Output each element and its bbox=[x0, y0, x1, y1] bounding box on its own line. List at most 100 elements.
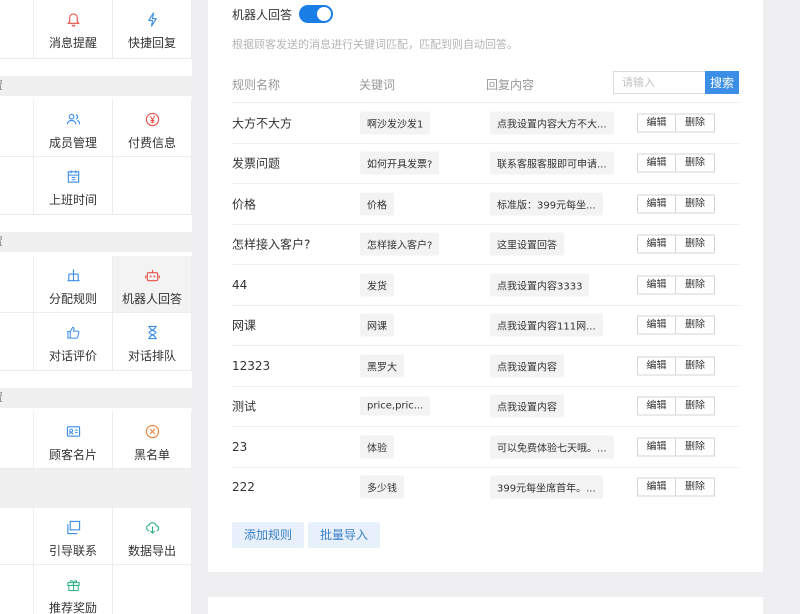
menu-item-chat-queue[interactable]: 对话排队 bbox=[113, 313, 192, 371]
robot-answer-toggle-row: 机器人回答 bbox=[232, 5, 334, 23]
row-actions: 编辑 删除 bbox=[637, 396, 715, 416]
keyword-tag: 如何开具发票? bbox=[360, 151, 440, 175]
delete-button[interactable]: 删除 bbox=[676, 194, 715, 214]
keyword-tag: 网课 bbox=[360, 313, 394, 337]
delete-button[interactable]: 删除 bbox=[676, 153, 715, 173]
reply-content: 点我设置内容3333 bbox=[490, 273, 590, 297]
rule-name: 大方不大方 bbox=[232, 116, 293, 131]
rule-name: 网课 bbox=[232, 318, 257, 333]
menu-item-info-2[interactable]: 信息 bbox=[0, 100, 34, 157]
menu-item-customer-card[interactable]: 顾客名片 bbox=[34, 412, 113, 469]
reply-content: 点我设置内容 bbox=[490, 354, 564, 378]
delete-button[interactable]: 删除 bbox=[676, 437, 715, 457]
table-row: 23 体验 可以免费体验七天哦。... 编辑 删除 bbox=[232, 426, 739, 467]
rule-name: 222 bbox=[232, 480, 255, 495]
row-actions: 编辑 删除 bbox=[637, 315, 715, 335]
edit-button[interactable]: 编辑 bbox=[637, 153, 676, 173]
batch-import-button[interactable]: 批量导入 bbox=[308, 522, 381, 548]
edit-button[interactable]: 编辑 bbox=[637, 437, 676, 457]
edit-button[interactable]: 编辑 bbox=[637, 315, 676, 335]
menu-item-data-export[interactable]: 数据导出 bbox=[113, 508, 192, 565]
search-input[interactable] bbox=[613, 71, 705, 94]
thumbs-up-icon bbox=[34, 325, 112, 341]
menu-item-label: 消息提醒 bbox=[48, 36, 97, 50]
rule-name: 怎样接入客户? bbox=[232, 237, 311, 252]
menu-item-label: 数据导出 bbox=[127, 544, 176, 558]
menu-item-blacklist[interactable]: 黑名单 bbox=[113, 412, 192, 469]
menu-item-rules[interactable]: 规则 bbox=[0, 256, 34, 313]
hint-text: 根据顾客发送的消息进行关键词匹配，匹配到则自动回答。 bbox=[232, 38, 518, 51]
menu-item-referral-reward[interactable]: 推荐奖励 bbox=[34, 565, 113, 614]
menu-item-payment-info[interactable]: 付费信息 bbox=[113, 100, 192, 157]
table-row: 222 多少钱 399元每坐席首年。... 编辑 删除 bbox=[232, 466, 739, 508]
add-rule-button[interactable]: 添加规则 bbox=[232, 522, 305, 548]
menu-item-card[interactable]: 卡片 bbox=[0, 508, 34, 565]
delete-button[interactable]: 删除 bbox=[676, 477, 715, 497]
keyword-tag: 发货 bbox=[360, 273, 394, 297]
rule-name: 23 bbox=[232, 439, 248, 454]
keyword-tag: 怎样接入客户? bbox=[360, 232, 440, 256]
rules-table: 大方不大方 啊沙发沙发1 点我设置内容大方不大... 编辑 删除 发票问题 如何开具发票? 联… bbox=[232, 102, 739, 507]
robot-answer-switch[interactable] bbox=[299, 5, 334, 23]
menu-item-tags[interactable]: 标签 bbox=[0, 412, 34, 469]
menu-item-label: 顾客名片 bbox=[48, 448, 97, 462]
column-header-name: 规则名称 bbox=[232, 78, 281, 92]
menu-item-label: 付费信息 bbox=[127, 136, 176, 150]
menu-item-reply[interactable]: 回复 bbox=[0, 313, 34, 371]
menu-section-spacer bbox=[0, 469, 192, 508]
menu-item-info[interactable]: 信息 bbox=[0, 0, 34, 59]
menu-item-certification[interactable]: 认证 bbox=[0, 157, 34, 215]
table-row: 网课 网课 点我设置内容111网... 编辑 删除 bbox=[232, 304, 739, 346]
keyword-tag: price,pric... bbox=[360, 396, 431, 416]
rule-name: 12323 bbox=[232, 358, 271, 373]
menu-item-label: 回复 bbox=[0, 347, 33, 364]
users-icon bbox=[34, 112, 112, 128]
edit-button[interactable]: 编辑 bbox=[637, 356, 676, 376]
rule-name: 价格 bbox=[232, 197, 257, 212]
row-actions: 编辑 删除 bbox=[637, 234, 715, 254]
menu-item-label: 上班时间 bbox=[48, 193, 97, 207]
delete-button[interactable]: 删除 bbox=[676, 315, 715, 335]
menu-item-message-reminder[interactable]: 消息提醒 bbox=[34, 0, 113, 59]
search-button[interactable]: 搜索 bbox=[705, 71, 739, 94]
edit-button[interactable]: 编辑 bbox=[637, 194, 676, 214]
edit-button[interactable]: 编辑 bbox=[637, 477, 676, 497]
delete-button[interactable]: 删除 bbox=[676, 275, 715, 295]
yen-icon bbox=[113, 112, 191, 128]
distribution-icon bbox=[34, 268, 112, 284]
menu-item-label: 信息 bbox=[0, 34, 33, 51]
bell-icon bbox=[34, 12, 112, 28]
menu-item-robot-answer[interactable]: 机器人回答 bbox=[113, 256, 192, 313]
robot-answer-panel: 机器人回答 根据顾客发送的消息进行关键词匹配，匹配到则自动回答。 规则名称 关键… bbox=[208, 0, 763, 572]
menu-item-label: 认证 bbox=[0, 191, 33, 208]
delete-button[interactable]: 删除 bbox=[676, 356, 715, 376]
reply-content: 可以免费体验七天哦。... bbox=[490, 435, 614, 459]
delete-button[interactable]: 删除 bbox=[676, 113, 715, 133]
keyword-tag: 体验 bbox=[360, 435, 394, 459]
menu-item-keywords[interactable]: 键词 bbox=[0, 565, 34, 614]
menu-section-header: 置 bbox=[0, 232, 192, 252]
table-row: 价格 价格 标准版：399元每坐... 编辑 删除 bbox=[232, 183, 739, 224]
menu-item-chat-rating[interactable]: 对话评价 bbox=[34, 313, 113, 371]
menu-item-label: 分配规则 bbox=[48, 292, 97, 306]
delete-button[interactable]: 删除 bbox=[676, 234, 715, 254]
menu-item-quick-reply[interactable]: 快捷回复 bbox=[113, 0, 192, 59]
gift-icon bbox=[34, 577, 112, 593]
reply-content: 联系客服客服即可申请... bbox=[490, 151, 614, 175]
menu-item-label: 推荐奖励 bbox=[48, 601, 97, 614]
menu-item-assignment-rules[interactable]: 分配规则 bbox=[34, 256, 113, 313]
edit-button[interactable]: 编辑 bbox=[637, 396, 676, 416]
menu-item-work-hours[interactable]: 上班时间 bbox=[34, 157, 113, 215]
reply-content: 点我设置内容大方不大... bbox=[490, 111, 614, 135]
rule-name: 发票问题 bbox=[232, 156, 281, 171]
menu-item-guide-contact[interactable]: 引导联系 bbox=[34, 508, 113, 565]
lightning-icon bbox=[113, 12, 191, 28]
edit-button[interactable]: 编辑 bbox=[637, 234, 676, 254]
menu-item-member-management[interactable]: 成员管理 bbox=[34, 100, 113, 157]
edit-button[interactable]: 编辑 bbox=[637, 275, 676, 295]
delete-button[interactable]: 删除 bbox=[676, 396, 715, 416]
table-row: 发票问题 如何开具发票? 联系客服客服即可申请... 编辑 删除 bbox=[232, 142, 739, 184]
table-row: 怎样接入客户? 怎样接入客户? 这里设置回答 编辑 删除 bbox=[232, 223, 739, 265]
edit-button[interactable]: 编辑 bbox=[637, 113, 676, 133]
reply-content: 点我设置内容111网... bbox=[490, 313, 603, 337]
